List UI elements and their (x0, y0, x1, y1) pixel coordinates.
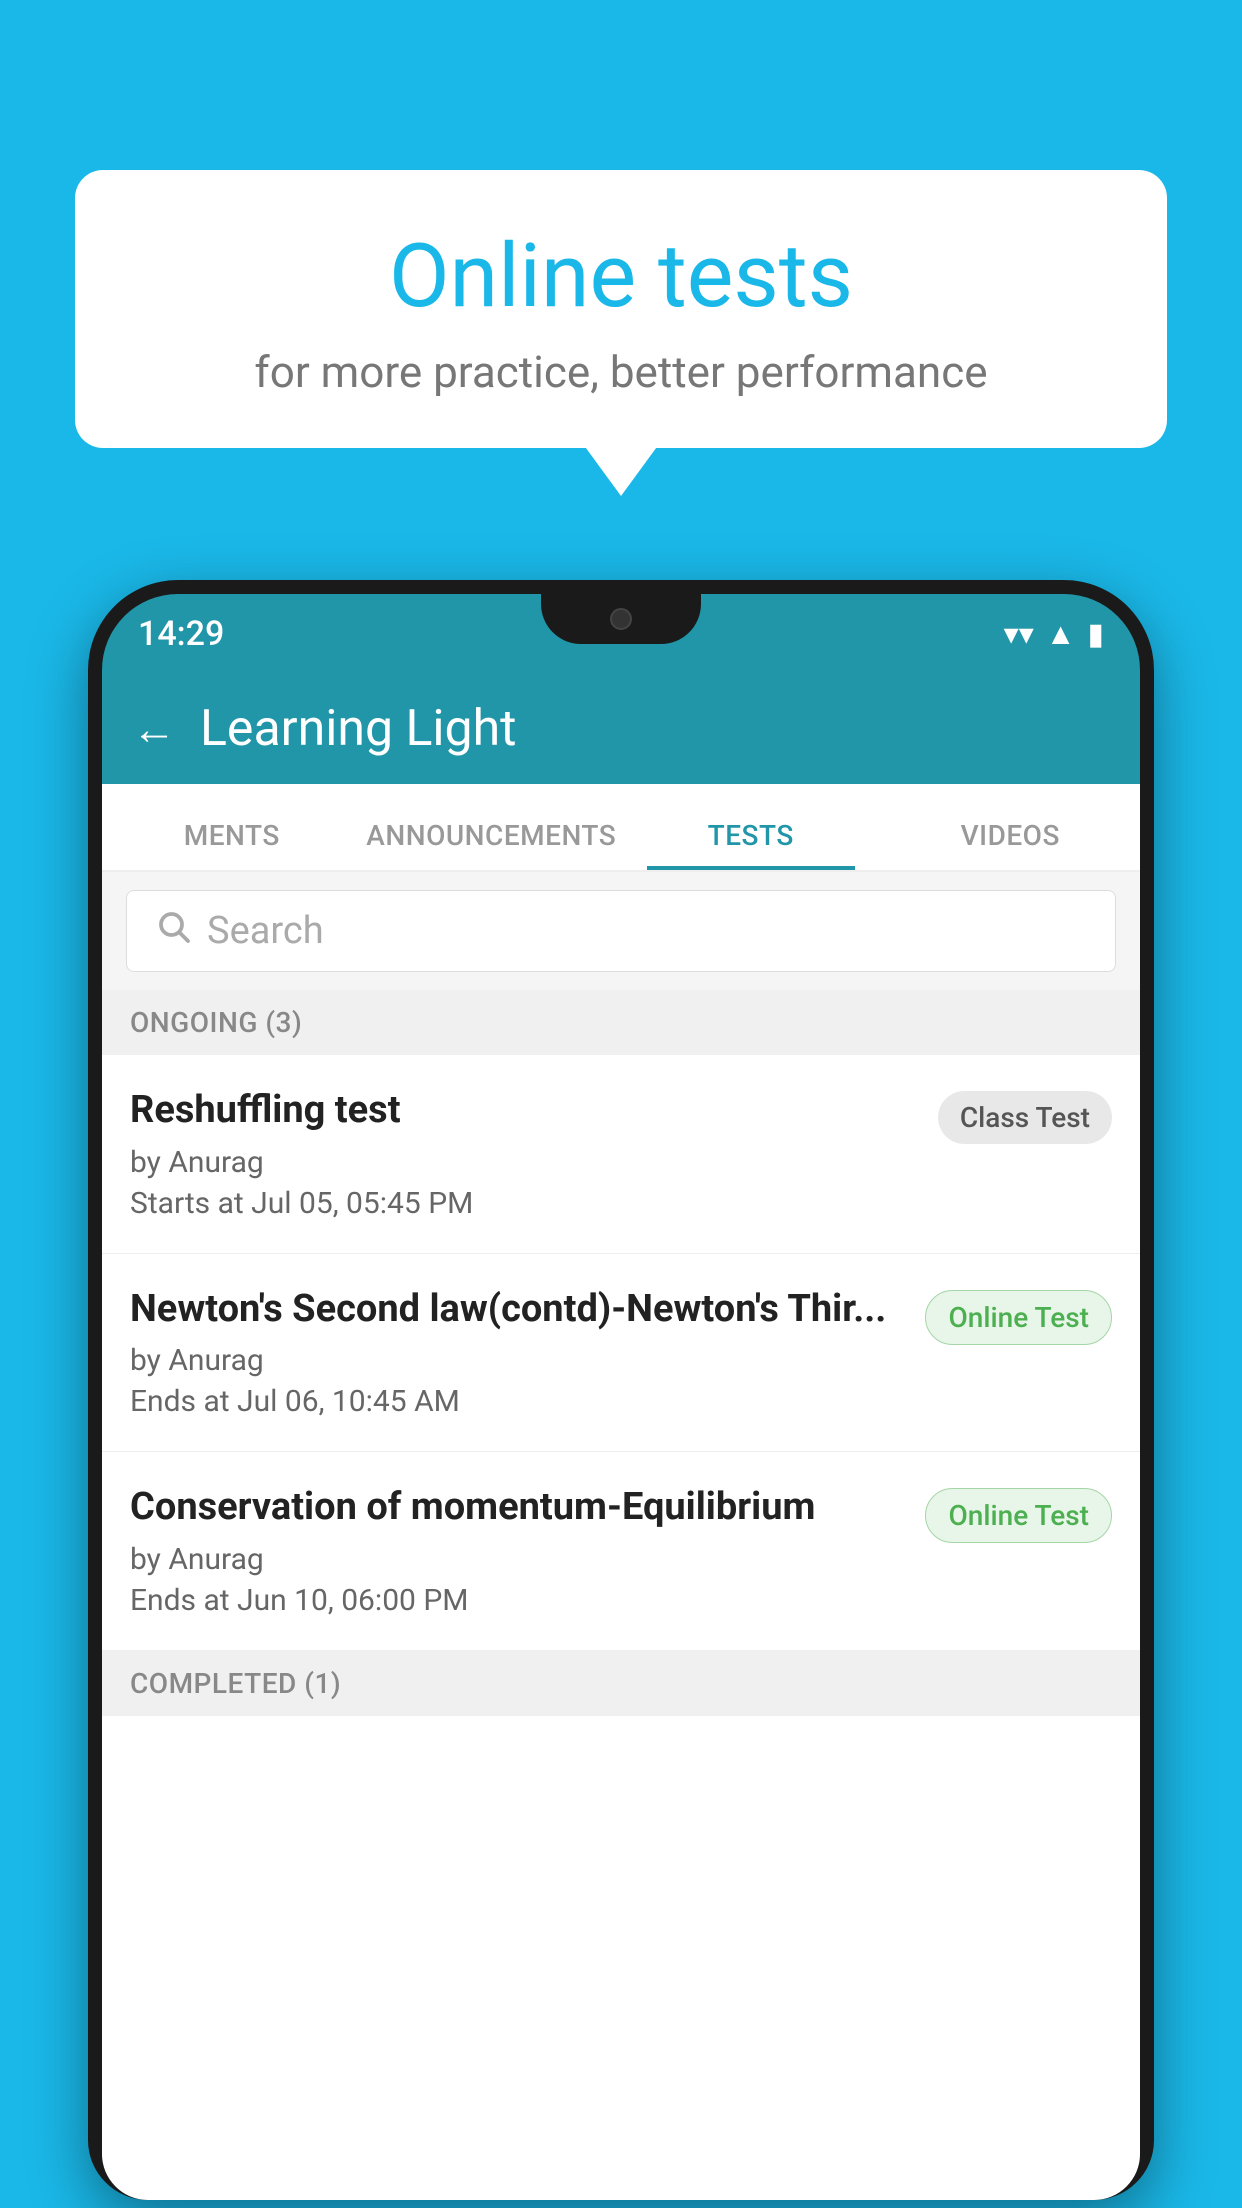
tab-ments[interactable]: MENTS (102, 819, 362, 870)
test-author-3: by Anurag (130, 1542, 905, 1577)
test-name-1: Reshuffling test (130, 1087, 918, 1135)
tab-announcements[interactable]: ANNOUNCEMENTS (362, 819, 622, 870)
ongoing-section-header: ONGOING (3) (102, 990, 1140, 1055)
tabs-bar: MENTS ANNOUNCEMENTS TESTS VIDEOS (102, 784, 1140, 872)
signal-icon: ▲ (1046, 617, 1076, 652)
bubble-title: Online tests (135, 225, 1107, 328)
app-title: Learning Light (200, 700, 517, 758)
test-badge-2: Online Test (925, 1290, 1112, 1345)
phone-wrapper: 14:29 ▾▾ ▲ ▮ ← Learning Light MENTS (88, 580, 1154, 2208)
search-container: Search (102, 872, 1140, 990)
test-item-3[interactable]: Conservation of momentum-Equilibrium by … (102, 1452, 1140, 1651)
app-header: ← Learning Light (102, 674, 1140, 784)
test-badge-1: Class Test (938, 1091, 1112, 1144)
test-name-3: Conservation of momentum-Equilibrium (130, 1484, 905, 1532)
phone-frame: 14:29 ▾▾ ▲ ▮ ← Learning Light MENTS (88, 580, 1154, 2200)
back-button[interactable]: ← (132, 703, 176, 755)
phone-screen: ← Learning Light MENTS ANNOUNCEMENTS TES… (102, 674, 1140, 2200)
test-time-2: Ends at Jul 06, 10:45 AM (130, 1384, 905, 1419)
test-badge-3: Online Test (925, 1488, 1112, 1543)
completed-section-header: COMPLETED (1) (102, 1651, 1140, 1716)
test-time-1: Starts at Jul 05, 05:45 PM (130, 1186, 918, 1221)
status-icons: ▾▾ ▲ ▮ (1004, 617, 1104, 652)
camera (610, 608, 632, 630)
search-icon (155, 908, 191, 954)
test-item-1[interactable]: Reshuffling test by Anurag Starts at Jul… (102, 1055, 1140, 1254)
test-author-2: by Anurag (130, 1343, 905, 1378)
test-info-3: Conservation of momentum-Equilibrium by … (130, 1484, 925, 1618)
time-display: 14:29 (138, 614, 224, 654)
test-item-2[interactable]: Newton's Second law(contd)-Newton's Thir… (102, 1254, 1140, 1453)
tab-videos[interactable]: VIDEOS (881, 819, 1141, 870)
test-author-1: by Anurag (130, 1145, 918, 1180)
bubble-subtitle: for more practice, better performance (135, 346, 1107, 398)
phone-notch (541, 594, 701, 644)
battery-icon: ▮ (1087, 617, 1104, 652)
test-info-1: Reshuffling test by Anurag Starts at Jul… (130, 1087, 938, 1221)
test-name-2: Newton's Second law(contd)-Newton's Thir… (130, 1286, 905, 1334)
search-placeholder: Search (207, 909, 324, 953)
search-box[interactable]: Search (126, 890, 1116, 972)
status-bar: 14:29 ▾▾ ▲ ▮ (102, 594, 1140, 674)
test-list: Reshuffling test by Anurag Starts at Jul… (102, 1055, 1140, 1651)
wifi-icon: ▾▾ (1004, 617, 1034, 652)
speech-bubble: Online tests for more practice, better p… (75, 170, 1167, 448)
test-info-2: Newton's Second law(contd)-Newton's Thir… (130, 1286, 925, 1420)
tab-tests[interactable]: TESTS (621, 819, 881, 870)
test-time-3: Ends at Jun 10, 06:00 PM (130, 1583, 905, 1618)
